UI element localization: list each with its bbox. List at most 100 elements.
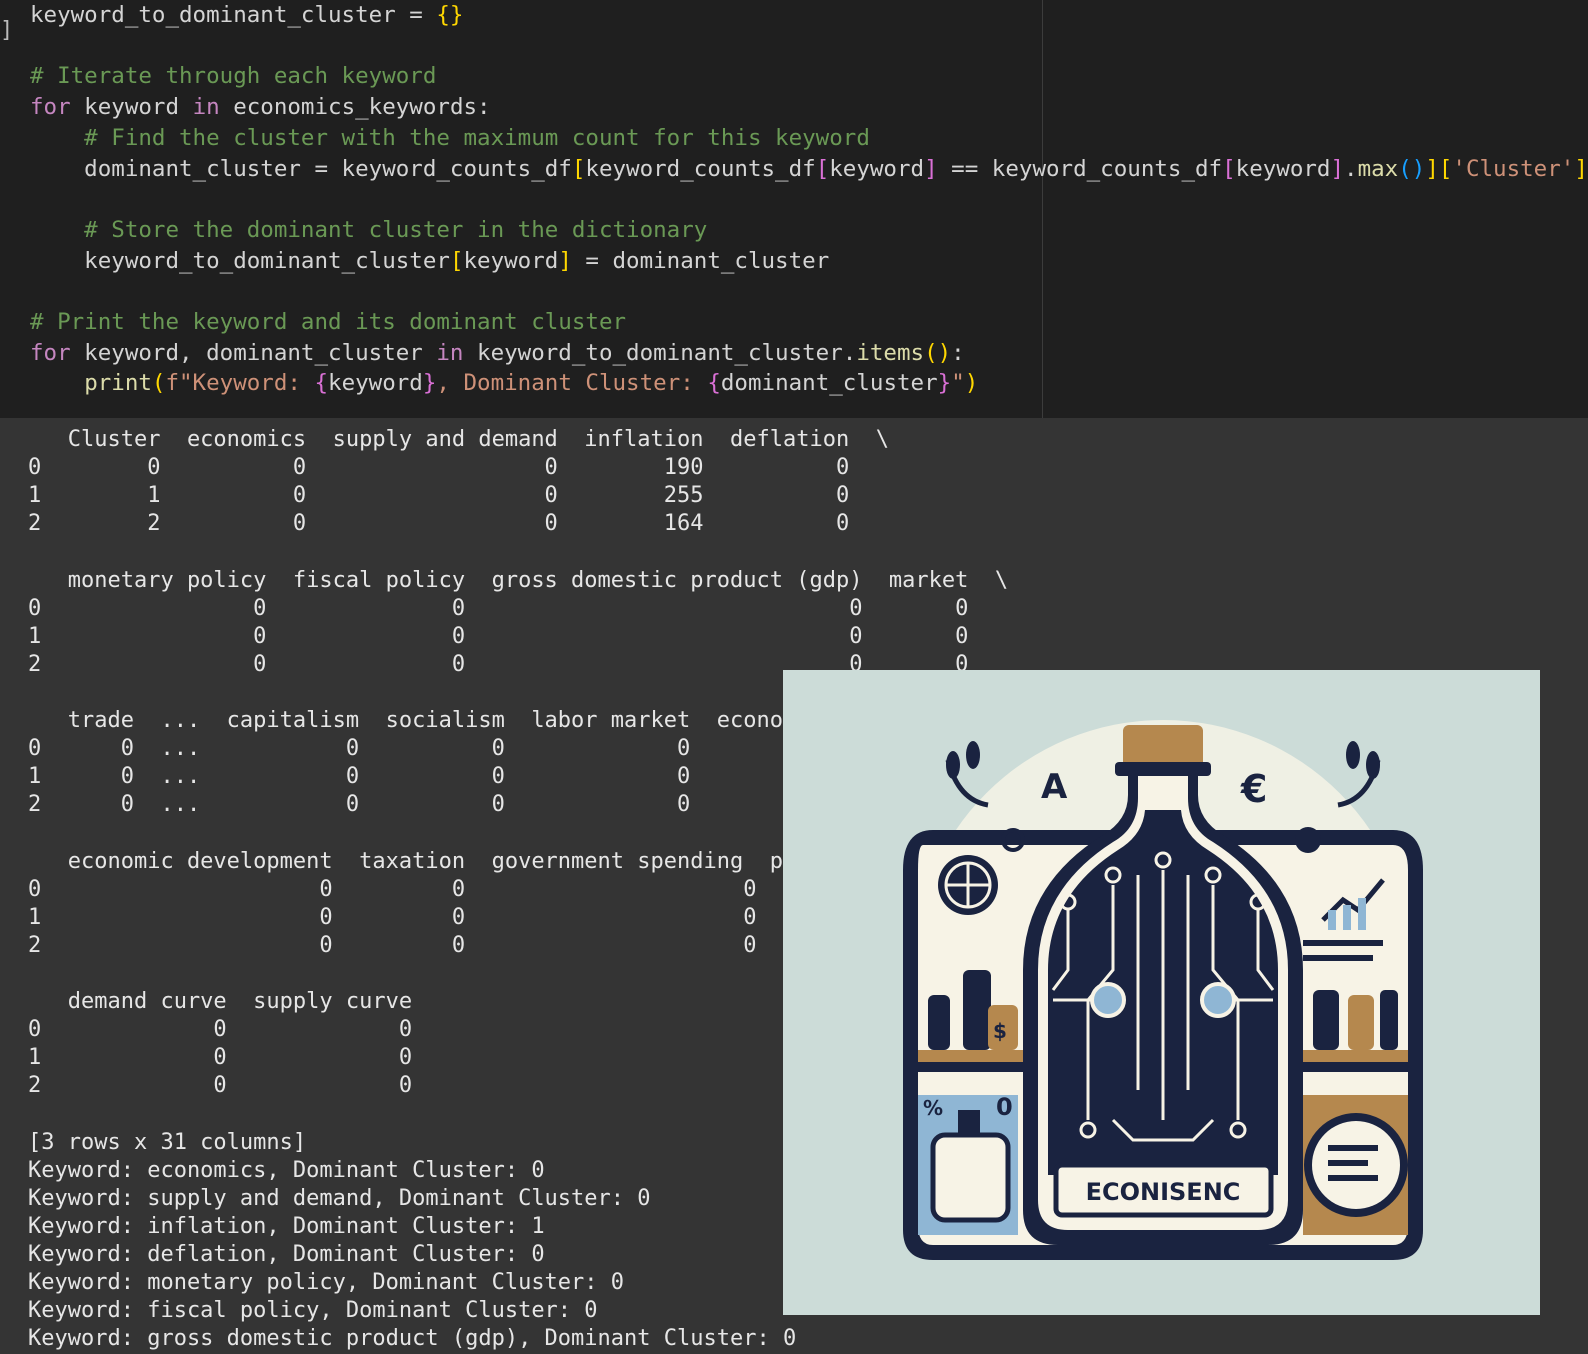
code-token: " [951, 370, 965, 397]
output-line: 0 0 0 0 [28, 876, 757, 902]
output-line: Cluster economics supply and demand infl… [28, 427, 889, 452]
output-line: 0 0 ... 0 0 0 [28, 736, 691, 762]
percent-symbol: % [923, 1096, 943, 1120]
code-token: f"Keyword: [165, 370, 315, 397]
code-token: ) [964, 370, 979, 397]
output-line: 0 0 0 [28, 1017, 413, 1043]
code-token: { [707, 370, 721, 397]
code-line[interactable]: # Find the cluster with the maximum coun… [30, 123, 870, 154]
code-line[interactable]: keyword_to_dominant_cluster = {} [30, 0, 463, 31]
code-token: ( [151, 370, 166, 397]
code-token: : [951, 339, 965, 366]
code-line[interactable]: # Store the dominant cluster in the dict… [30, 215, 707, 246]
code-token: items [856, 339, 925, 366]
editor-ruler [1042, 0, 1043, 418]
code-token: keyword_to_dominant_cluster = [30, 2, 437, 28]
code-line[interactable]: print(f"Keyword: {keyword}, Dominant Clu… [30, 368, 978, 399]
output-line: 0 0 0 0 0 [28, 595, 969, 621]
output-line: 1 0 0 0 [28, 904, 757, 930]
output-line: Keyword: inflation, Dominant Cluster: 1 [28, 1213, 545, 1239]
output-line: 1 0 0 [28, 1045, 413, 1071]
code-token: print [84, 370, 152, 397]
code-token: dominant_cluster [720, 370, 938, 397]
code-token: ] [558, 247, 572, 274]
code-token: () [924, 339, 952, 366]
output-line: monetary policy fiscal policy gross dome… [28, 567, 1009, 593]
output-line: Keyword: monetary policy, Dominant Clust… [28, 1270, 625, 1295]
code-token: for [30, 339, 71, 366]
output-line: trade ... capitalism socialism labor mar… [28, 708, 823, 733]
code-token: { [314, 370, 329, 397]
code-line[interactable]: for keyword, dominant_cluster in keyword… [30, 338, 965, 369]
code-token: [ [571, 155, 586, 182]
code-line[interactable]: # Iterate through each keyword [30, 61, 436, 92]
code-token: } [422, 370, 437, 397]
output-line: Keyword: supply and demand, Dominant Clu… [28, 1185, 651, 1211]
gutter-fold-mark: ] [0, 18, 14, 43]
logo-illustration: ECONISENC A € $ % 0 [903, 720, 1423, 1260]
code-token: } [937, 370, 952, 397]
code-token: keyword_counts_df [585, 155, 816, 182]
logo-name: ECONISENC [1086, 1178, 1241, 1206]
code-token: {} [436, 2, 464, 28]
code-token: [ [1222, 155, 1236, 182]
code-token: [ [449, 247, 464, 274]
dollar-symbol: $ [993, 1019, 1007, 1043]
code-editor[interactable]: ] keyword_to_dominant_cluster = {} # Iter… [0, 0, 1588, 418]
output-line: [3 rows x 31 columns] [28, 1129, 307, 1155]
code-token: keyword [70, 94, 193, 121]
euro-symbol: € [1240, 767, 1267, 811]
code-token: keyword [829, 155, 925, 182]
output-line: 2 0 0 0 [28, 932, 757, 958]
output-line: Keyword: gross domestic product (gdp), D… [28, 1326, 797, 1352]
code-token: # Print the keyword and its dominant clu… [30, 309, 627, 335]
output-line: 2 0 ... 0 0 0 [28, 792, 691, 818]
output-line: 1 0 ... 0 0 0 [28, 764, 691, 790]
code-token: keyword [463, 247, 559, 274]
code-token: keyword [328, 370, 423, 397]
code-token: # Store the dominant cluster in the dict… [30, 216, 708, 243]
code-token: max [1357, 155, 1399, 182]
code-token: . [1344, 155, 1358, 182]
code-token: , Dominant Cluster: [436, 370, 708, 397]
code-token: # Find the cluster with the maximum coun… [30, 124, 870, 151]
output-line: 2 0 0 [28, 1073, 413, 1099]
code-token: ] [1574, 155, 1588, 182]
code-token: keyword, dominant_cluster [70, 339, 437, 366]
output-line: 1 0 0 0 0 [28, 623, 969, 649]
code-line[interactable]: dominant_cluster = keyword_counts_df[key… [30, 154, 1588, 185]
output-line: 1 1 0 0 255 0 [28, 483, 850, 509]
code-token: in [436, 339, 464, 366]
output-line: 0 0 0 0 190 0 [28, 455, 850, 481]
code-token: keyword [1235, 155, 1331, 182]
code-token: 'Cluster' [1452, 155, 1575, 182]
code-token: # Iterate through each keyword [30, 63, 437, 90]
code-line[interactable]: for keyword in economics_keywords: [30, 92, 491, 123]
output-line: demand curve supply curve [28, 989, 413, 1014]
code-token: keyword_to_dominant_cluster. [463, 339, 857, 366]
zero-symbol: 0 [996, 1093, 1013, 1121]
code-token: economics_keywords: [219, 94, 491, 121]
output-line: 2 2 0 0 164 0 [28, 511, 850, 537]
letter-symbol: A [1041, 767, 1068, 807]
code-line[interactable]: # Print the keyword and its dominant clu… [30, 307, 626, 338]
code-token: keyword_to_dominant_cluster [30, 247, 450, 274]
output-line: Keyword: deflation, Dominant Cluster: 0 [28, 1241, 545, 1267]
code-token: () [1398, 155, 1426, 182]
code-token: == keyword_counts_df [937, 155, 1223, 182]
code-token: in [192, 94, 220, 121]
output-line: economic development taxation government… [28, 848, 823, 874]
code-token: [ [815, 155, 830, 182]
code-token: ] [1330, 155, 1345, 182]
code-token: dominant_cluster = keyword_counts_df [30, 155, 572, 182]
output-line: Keyword: economics, Dominant Cluster: 0 [28, 1157, 545, 1183]
output-line: Keyword: fiscal policy, Dominant Cluster… [28, 1298, 598, 1324]
code-line[interactable]: keyword_to_dominant_cluster[keyword] = d… [30, 246, 829, 277]
code-token: [ [1438, 155, 1453, 182]
econisenc-logo-image: ECONISENC A € $ % 0 [783, 670, 1540, 1315]
code-token: ] [924, 155, 938, 182]
code-token: ] [1425, 155, 1439, 182]
code-token: = dominant_cluster [571, 247, 830, 274]
code-token: for [30, 94, 71, 121]
